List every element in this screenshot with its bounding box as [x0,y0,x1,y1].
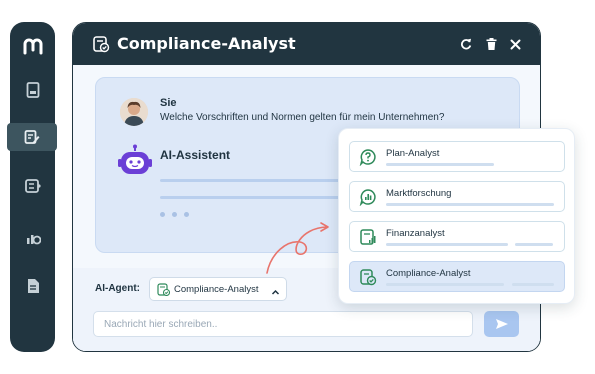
agent-option-label: Plan-Analyst [386,148,440,159]
trash-icon[interactable] [483,36,499,52]
user-avatar [120,98,148,126]
message-input[interactable] [93,311,473,337]
close-icon[interactable] [507,36,523,52]
pointer-arrow [266,222,329,274]
nav-rail [7,22,57,352]
option-placeholder-bar [515,243,553,246]
agent-label: AI-Agent: [95,283,140,294]
assistant-name: AI-Assistent [160,148,231,162]
window-title: Compliance-Analyst [117,34,296,53]
agent-option-plan-analyst[interactable]: Plan-Analyst [349,141,565,172]
agent-option-label: Marktforschung [386,188,452,199]
typing-dot [184,212,189,217]
refresh-icon[interactable] [458,36,474,52]
nav-item-analytics-icon[interactable] [10,224,55,252]
compliance-check-icon [157,283,171,301]
agent-select[interactable]: Compliance-Analyst [149,277,287,301]
market-research-icon [359,188,377,211]
nav-item-file-icon[interactable] [10,272,55,300]
option-placeholder-bar [386,163,494,166]
option-placeholder-bar [386,283,504,286]
agent-option-label: Compliance-Analyst [386,268,471,279]
agent-option-label: Finanzanalyst [386,228,445,239]
user-name: Sie [160,97,177,109]
title-bar: Compliance-Analyst [73,23,540,65]
option-placeholder-bar [386,203,554,206]
nav-item-list-icon[interactable] [10,172,55,200]
plan-question-icon [359,148,377,171]
agent-option-compliance-analyst[interactable]: Compliance-Analyst [349,261,565,292]
option-placeholder-bar [512,283,554,286]
nav-item-edit-document-icon[interactable] [7,123,57,151]
compliance-check-icon [92,35,110,58]
chevron-up-icon [271,284,280,302]
agent-option-finanzanalyst[interactable]: Finanzanalyst [349,221,565,252]
send-button[interactable] [484,311,519,337]
nav-item-book-icon[interactable] [10,76,55,104]
finance-chart-icon [359,228,377,251]
option-placeholder-bar [386,243,508,246]
typing-dot [172,212,177,217]
app-logo-icon[interactable] [10,34,55,58]
agent-option-marktforschung[interactable]: Marktforschung [349,181,565,212]
send-icon [495,319,508,329]
user-message: Welche Vorschriften und Normen gelten fü… [160,112,445,123]
agent-dropdown-panel: Plan-Analyst Marktforschung Finanzanalys… [338,128,575,304]
assistant-bot-icon [118,144,152,178]
selected-agent: Compliance-Analyst [174,284,259,295]
compliance-check-icon [359,268,377,291]
typing-dot [160,212,165,217]
